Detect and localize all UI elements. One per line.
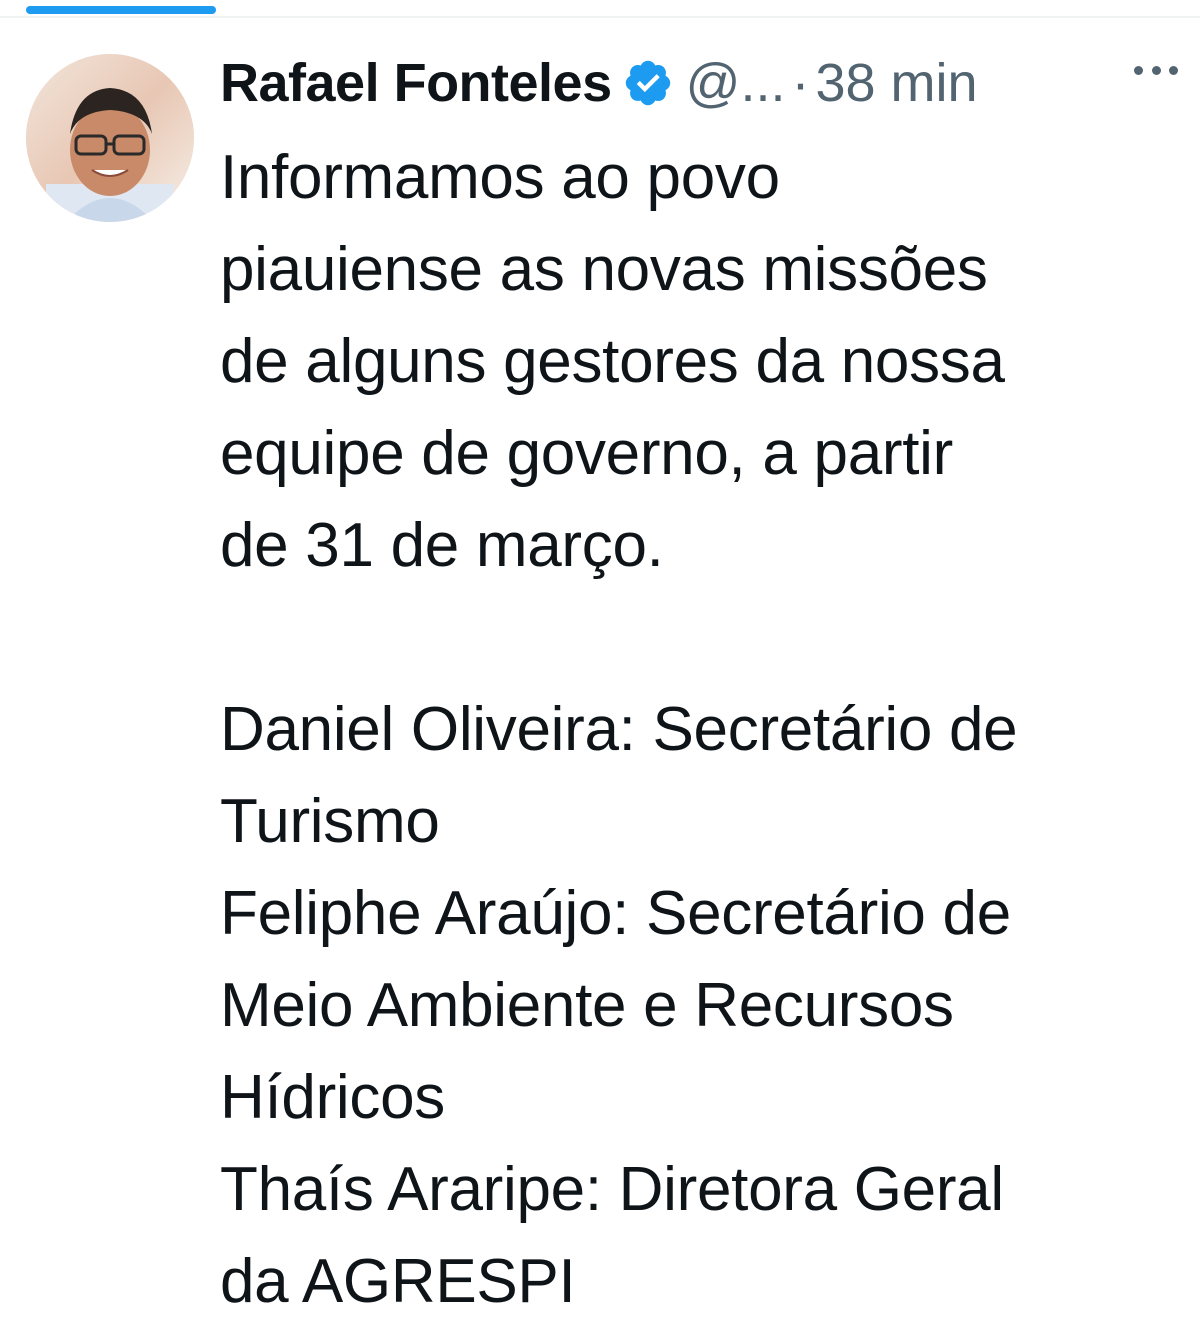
verified-badge-icon	[622, 57, 674, 109]
avatar[interactable]	[26, 54, 194, 222]
tweet-text-line: Informamos ao povo	[220, 143, 780, 212]
tweet-text-line: de 31 de março.	[220, 511, 664, 580]
loading-track	[0, 16, 1200, 18]
tweet-text-line: Turismo	[220, 787, 440, 856]
loading-progress-bar	[26, 6, 216, 14]
tweet-text-line: da AGRESPI	[220, 1247, 576, 1316]
author-handle[interactable]: @...	[686, 52, 786, 114]
tweet-text-line: Thaís Araripe: Diretora Geral	[220, 1155, 1004, 1224]
tweet-text-line: Meio Ambiente e Recursos	[220, 971, 954, 1040]
tweet-text-line: de alguns gestores da nossa	[220, 327, 1005, 396]
more-options-icon[interactable]	[1134, 58, 1178, 82]
tweet-header: Rafael Fonteles @... · 38 min	[220, 48, 1180, 118]
author-display-name[interactable]: Rafael Fonteles	[220, 52, 612, 114]
tweet-text-line: equipe de governo, a partir	[220, 419, 953, 488]
tweet-text-line: Hídricos	[220, 1063, 445, 1132]
avatar-image	[26, 54, 194, 222]
tweet-text-line: Daniel Oliveira: Secretário de	[220, 695, 1018, 764]
tweet-text-line: Feliphe Araújo: Secretário de	[220, 879, 1011, 948]
paragraph-break	[220, 592, 1180, 684]
header-separator: ·	[791, 53, 810, 113]
tweet-text-line: piauiense as novas missões	[220, 235, 988, 304]
tweet-text: Informamos ao povo piauiense as novas mi…	[220, 132, 1180, 1328]
tweet-timestamp[interactable]: 38 min	[815, 52, 977, 114]
